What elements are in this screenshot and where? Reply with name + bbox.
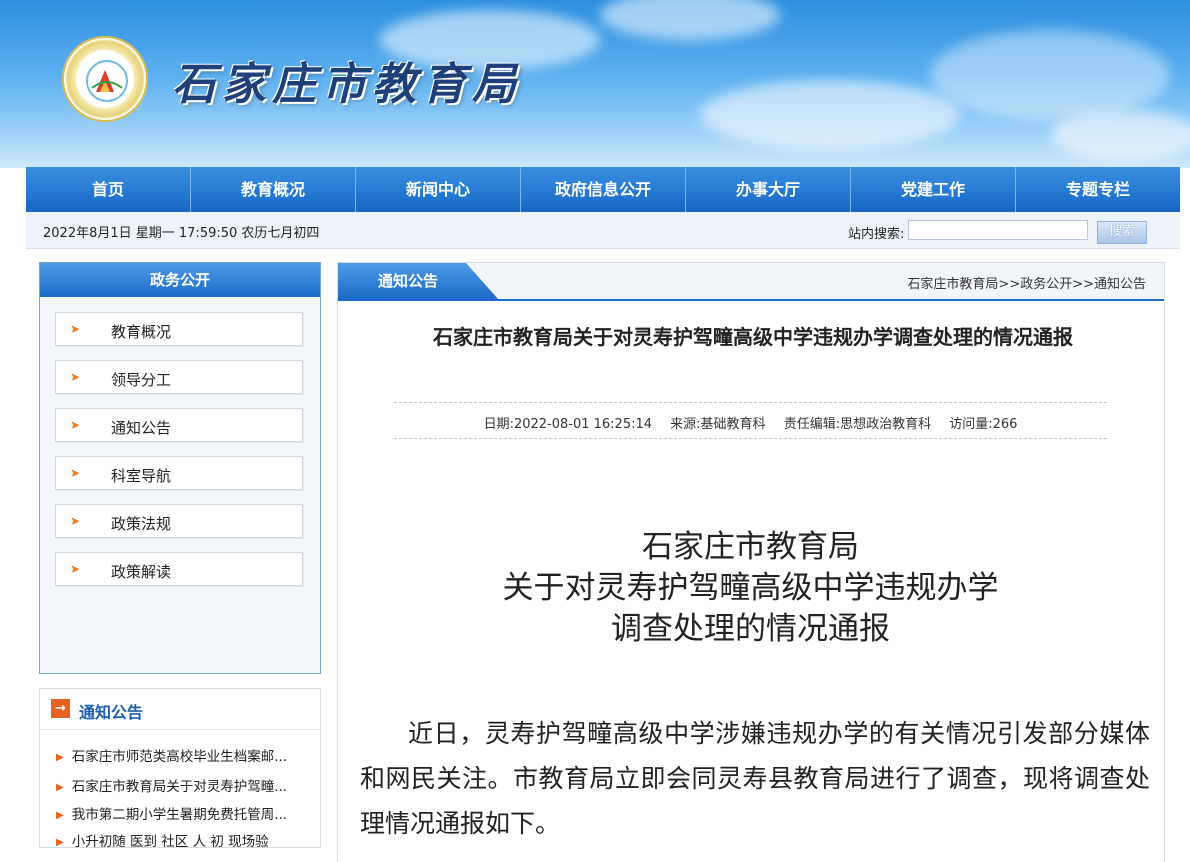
notices-header: → 通知公告: [40, 689, 320, 730]
notice-link[interactable]: 小升初随 医到 社区 人 初 现场验: [72, 834, 269, 850]
sidebar-item-label: 教育概况: [111, 323, 172, 341]
logo-icon: [91, 70, 123, 92]
nav-item-news[interactable]: 新闻中心: [356, 167, 521, 212]
article-meta: 日期:2022-08-01 16:25:14 来源:基础教育科 责任编辑:思想政…: [394, 413, 1107, 432]
tab-notices[interactable]: 通知公告: [338, 263, 498, 299]
nav-item-gov-info[interactable]: 政府信息公开: [521, 167, 686, 212]
sidebar-item-education-overview[interactable]: ➤ 教育概况: [55, 312, 303, 346]
bullet-icon: ▶: [56, 782, 64, 793]
sidebar-item-label: 政策解读: [111, 563, 172, 581]
bullet-icon: ▶: [56, 810, 64, 821]
logo-core: [86, 60, 128, 102]
article-title: 石家庄市教育局关于对灵寿护驾疃高级中学违规办学调查处理的情况通报: [433, 325, 1073, 349]
document-title-line: 调查处理的情况通报: [611, 611, 890, 647]
gov-affairs-panel: 政务公开 ➤ 教育概况 ➤ 领导分工 ➤ 通知公告 ➤ 科室导航 ➤ 政策法规 …: [39, 262, 321, 674]
cloud-decoration: [600, 0, 780, 40]
cloud-decoration: [700, 80, 960, 150]
notice-link[interactable]: 石家庄市师范类高校毕业生档案邮...: [72, 749, 287, 765]
arrow-right-icon: ➤: [70, 418, 81, 432]
gov-affairs-title: 政务公开: [40, 263, 320, 297]
notice-list-item[interactable]: ▶ 石家庄市教育局关于对灵寿护驾疃...: [56, 775, 318, 795]
arrow-right-icon: ➤: [70, 466, 81, 480]
notices-title[interactable]: 通知公告: [79, 699, 143, 723]
notice-list-item[interactable]: ▶ 我市第二期小学生暑期免费托管周...: [56, 803, 318, 823]
notice-link[interactable]: 石家庄市教育局关于对灵寿护驾疃...: [72, 779, 287, 795]
article-body: 近日，灵寿护驾疃高级中学涉嫌违规办学的有关情况引发部分媒体和网民关注。市教育局立…: [360, 719, 1150, 838]
nav-item-topics[interactable]: 专题专栏: [1016, 167, 1180, 212]
sidebar-item-departments[interactable]: ➤ 科室导航: [55, 456, 303, 490]
divider: [394, 438, 1107, 439]
divider: [394, 402, 1107, 403]
cloud-decoration: [930, 30, 1170, 120]
site-title: 石家庄市教育局: [172, 59, 522, 110]
nav-item-party[interactable]: 党建工作: [851, 167, 1016, 212]
bullet-icon: ▶: [56, 752, 64, 763]
header-banner: 石家庄市教育局: [0, 0, 1190, 168]
notice-link[interactable]: 我市第二期小学生暑期免费托管周...: [72, 807, 287, 823]
meta-date: 日期:2022-08-01 16:25:14: [483, 417, 653, 432]
document-title: 石家庄市教育局 关于对灵寿护驾疃高级中学违规办学 调查处理的情况通报: [378, 527, 1123, 650]
sidebar-item-notices[interactable]: ➤ 通知公告: [55, 408, 303, 442]
nav-item-services[interactable]: 办事大厅: [686, 167, 851, 212]
search-label: 站内搜索:: [848, 227, 905, 242]
sidebar-item-label: 科室导航: [111, 467, 172, 485]
document-title-line: 关于对灵寿护驾疃高级中学违规办学: [502, 570, 999, 606]
nav-item-overview[interactable]: 教育概况: [191, 167, 356, 212]
arrow-right-icon: →: [51, 699, 70, 718]
sidebar-item-label: 领导分工: [111, 371, 172, 389]
sidebar-item-label: 通知公告: [111, 419, 172, 437]
breadcrumb[interactable]: 石家庄市教育局>>政务公开>>通知公告: [907, 273, 1146, 292]
meta-editor: 责任编辑:思想政治教育科: [783, 417, 932, 432]
sidebar-item-leadership[interactable]: ➤ 领导分工: [55, 360, 303, 394]
sidebar-item-policy-interpretation[interactable]: ➤ 政策解读: [55, 552, 303, 586]
notice-list-item[interactable]: ▶ 小升初随 医到 社区 人 初 现场验: [56, 830, 318, 850]
document-title-line: 石家庄市教育局: [642, 529, 859, 565]
notices-panel: → 通知公告 ▶ 石家庄市师范类高校毕业生档案邮... ▶ 石家庄市教育局关于对灵寿…: [39, 688, 321, 850]
arrow-right-icon: ➤: [70, 514, 81, 528]
cloud-decoration: [1050, 110, 1190, 160]
notice-list-item[interactable]: ▶ 石家庄市师范类高校毕业生档案邮...: [56, 745, 318, 765]
article-panel: 通知公告 石家庄市教育局>>政务公开>>通知公告 石家庄市教育局关于对灵寿护驾疃…: [337, 262, 1165, 862]
search-input[interactable]: [908, 220, 1088, 240]
article-tab-bar: 通知公告 石家庄市教育局>>政务公开>>通知公告: [338, 263, 1164, 301]
datetime-display: 2022年8月1日 星期一 17:59:50 农历七月初四: [43, 226, 320, 241]
logo-seal[interactable]: [62, 36, 148, 122]
arrow-right-icon: ➤: [70, 322, 81, 336]
meta-views: 访问量:266: [949, 417, 1018, 432]
search-button[interactable]: 搜索: [1097, 221, 1147, 244]
meta-source: 来源:基础教育科: [670, 417, 766, 432]
info-bar: 2022年8月1日 星期一 17:59:50 农历七月初四 站内搜索: 搜索: [26, 212, 1180, 249]
bullet-icon: ▶: [56, 837, 64, 848]
nav-item-home[interactable]: 首页: [26, 167, 191, 212]
arrow-right-icon: ➤: [70, 370, 81, 384]
sidebar-item-label: 政策法规: [111, 515, 172, 533]
main-nav: 首页 教育概况 新闻中心 政府信息公开 办事大厅 党建工作 专题专栏: [26, 167, 1180, 212]
arrow-right-icon: ➤: [70, 562, 81, 576]
sidebar-item-regulations[interactable]: ➤ 政策法规: [55, 504, 303, 538]
